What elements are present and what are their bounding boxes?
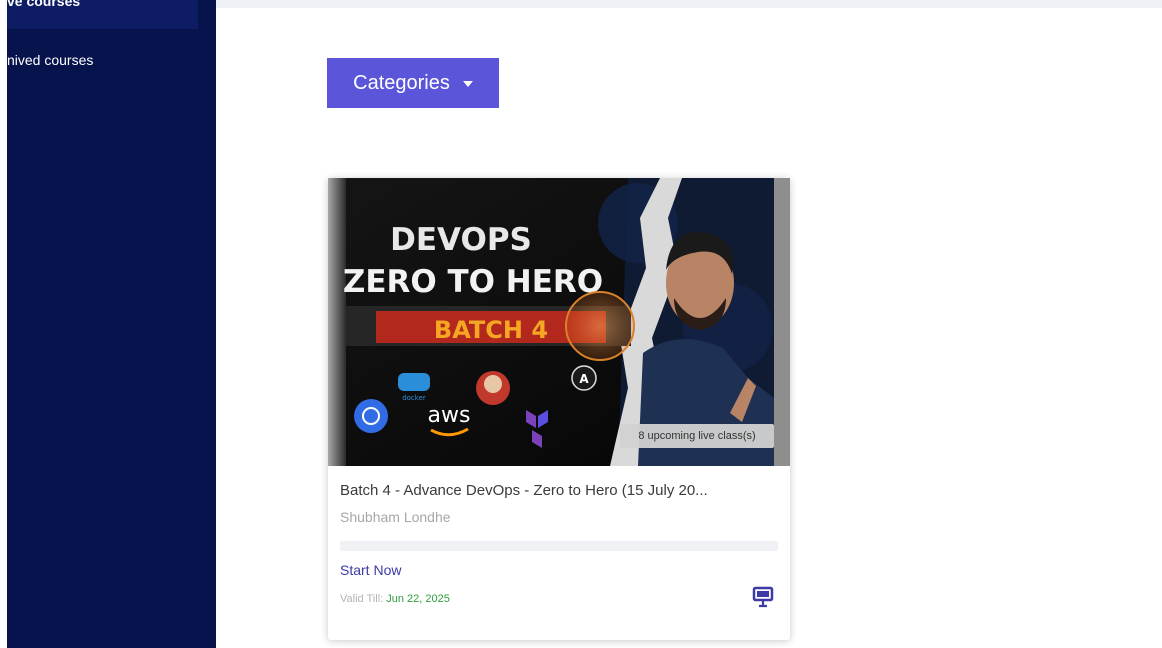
thumbnail-line3: BATCH 4 [434,316,548,344]
sidebar: ve courses nived courses [7,0,216,648]
start-now-link[interactable]: Start Now [340,562,401,578]
course-card[interactable]: DEVOPS ZERO TO HERO BATCH 4 docker aws A… [328,178,790,640]
sidebar-item-archived-courses[interactable]: nived courses [7,52,93,68]
course-progress-bar [340,541,778,551]
thumbnail-line1: DEVOPS [390,222,532,258]
svg-text:A: A [579,372,589,386]
course-thumbnail[interactable]: DEVOPS ZERO TO HERO BATCH 4 docker aws A… [328,178,790,466]
kubernetes-icon [354,399,388,433]
categories-label: Categories [353,71,450,94]
top-bar [216,0,1162,8]
docker-icon: docker [398,373,430,402]
valid-till-label: Valid Till: [340,593,384,605]
sidebar-item-active-courses[interactable]: ve courses [7,0,198,29]
upcoming-live-classes-badge: 8 upcoming live class(s) [620,424,774,448]
window-edge [0,0,7,648]
ansible-icon: A [571,365,597,391]
course-title[interactable]: Batch 4 - Advance DevOps - Zero to Hero … [340,482,708,499]
sidebar-item-label: nived courses [7,52,94,68]
jenkins-icon [476,371,510,405]
thumbnail-line2: ZERO TO HERO [343,264,603,300]
validity-text: Valid Till: Jun 22, 2025 [340,593,450,605]
categories-dropdown-button[interactable]: Categories [327,58,499,108]
caret-down-icon [462,81,473,87]
sidebar-item-label: ve courses [7,0,81,9]
instructor-name: Shubham Londhe [340,509,451,525]
aws-label: aws [428,403,471,428]
presentation-icon[interactable] [752,586,774,608]
svg-text:docker: docker [402,394,426,402]
valid-till-date: Jun 22, 2025 [386,593,450,605]
